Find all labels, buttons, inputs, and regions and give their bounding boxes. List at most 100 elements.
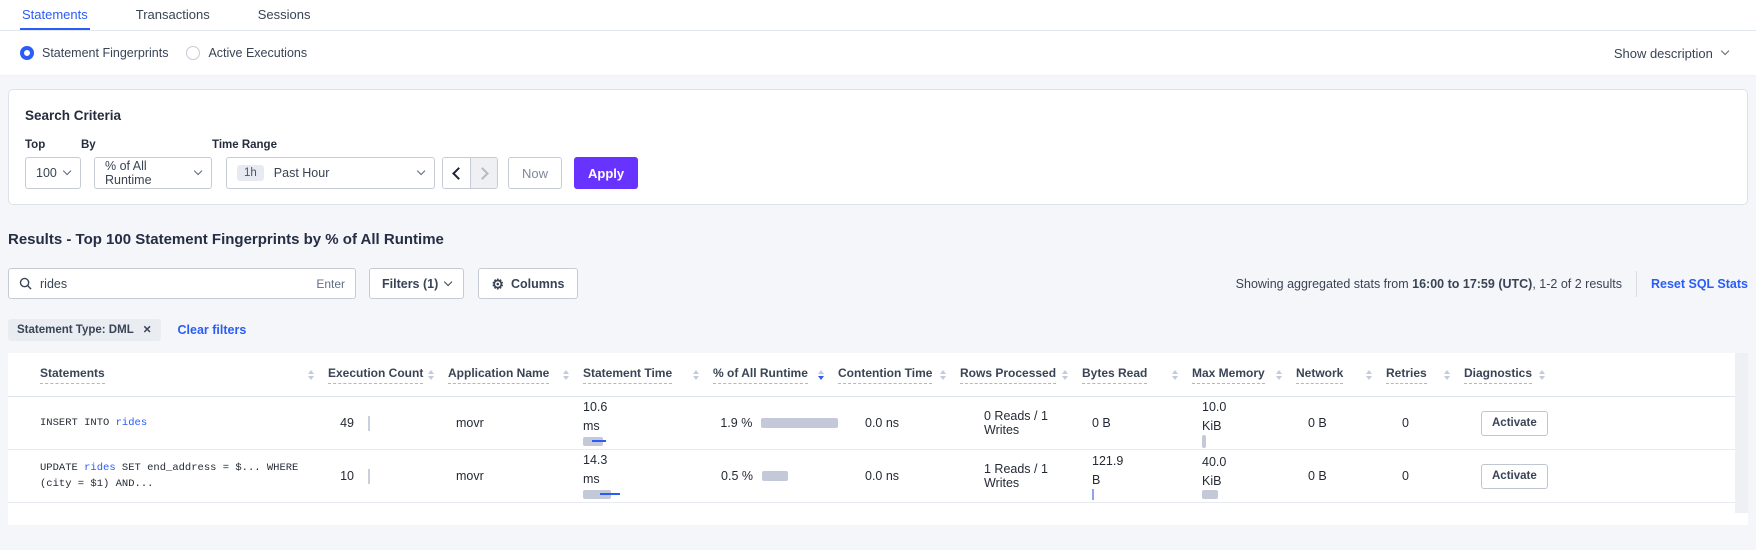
by-select[interactable]: % of All Runtime <box>94 157 212 189</box>
chevron-down-icon <box>417 167 426 176</box>
tab-sessions-label: Sessions <box>258 7 311 22</box>
column-header-retries[interactable]: Retries <box>1386 366 1464 384</box>
activate-diagnostics-button[interactable]: Activate <box>1481 411 1548 436</box>
table-header-row: Statements Execution Count Application N… <box>8 353 1748 397</box>
chevron-down-icon <box>194 167 203 176</box>
count-bar <box>368 469 370 484</box>
column-header-statement-time[interactable]: Statement Time <box>583 366 713 384</box>
main-content: Search Criteria Top 100 By % of All Runt… <box>0 76 1756 525</box>
bytes-read-cell: 121.9 B <box>1082 452 1192 499</box>
max-memory-cell: 40.0 KiB <box>1192 453 1296 498</box>
sort-icon <box>1276 370 1282 380</box>
column-header-network[interactable]: Network <box>1296 366 1386 384</box>
search-input[interactable] <box>40 277 308 291</box>
close-icon[interactable]: ✕ <box>143 324 152 336</box>
sort-icon-active <box>818 370 824 380</box>
memory-bar <box>1202 435 1206 448</box>
statement-type-chip[interactable]: Statement Type: DML ✕ <box>8 319 161 341</box>
search-icon <box>19 277 32 290</box>
stats-summary: Showing aggregated stats from 16:00 to 1… <box>1236 277 1622 291</box>
column-header-statements[interactable]: Statements <box>8 366 328 384</box>
column-header-execution-count[interactable]: Execution Count <box>328 366 448 384</box>
results-toolbar: Enter Filters (1) ⚙ Columns Showing aggr… <box>8 268 1748 299</box>
search-criteria-title: Search Criteria <box>25 108 1731 123</box>
vertical-scrollbar[interactable] <box>1735 353 1748 513</box>
columns-button[interactable]: ⚙ Columns <box>478 268 577 299</box>
previous-range-button[interactable] <box>443 158 470 188</box>
column-header-rows-processed[interactable]: Rows Processed <box>960 366 1082 384</box>
network-cell: 0 B <box>1296 469 1386 483</box>
apply-button[interactable]: Apply <box>574 157 638 189</box>
table-name: rides <box>116 417 148 429</box>
tab-statements[interactable]: Statements <box>20 0 90 30</box>
retries-cell: 0 <box>1386 416 1464 430</box>
filters-button[interactable]: Filters (1) <box>369 268 464 299</box>
time-range-field: Time Range 1h Past Hour <box>212 139 435 189</box>
next-range-button[interactable] <box>470 158 497 188</box>
count-bar <box>368 416 370 431</box>
top-field: Top 100 <box>25 139 81 189</box>
sort-icon <box>308 370 314 380</box>
time-stdev-line <box>600 493 620 496</box>
column-header-diagnostics[interactable]: Diagnostics <box>1464 366 1559 384</box>
diagnostics-cell: Activate <box>1464 464 1559 489</box>
column-header-contention-time[interactable]: Contention Time <box>838 366 960 384</box>
search-criteria-controls: Top 100 By % of All Runtime Time Range 1… <box>25 139 1731 189</box>
statement-time-cell: 10.6 ms <box>583 398 713 447</box>
top-select[interactable]: 100 <box>25 157 81 189</box>
runtime-bar <box>761 418 838 428</box>
now-button[interactable]: Now <box>508 157 562 189</box>
rows-processed-cell: 1 Reads / 1 Writes <box>960 462 1082 490</box>
column-header-application-name[interactable]: Application Name <box>448 366 583 384</box>
max-memory-cell: 10.0 KiB <box>1192 398 1296 447</box>
chevron-down-icon <box>1721 47 1730 56</box>
tab-transactions[interactable]: Transactions <box>134 0 212 30</box>
sort-icon <box>693 370 699 380</box>
statements-table: Statements Execution Count Application N… <box>8 353 1748 525</box>
radio-statement-fingerprints[interactable]: Statement Fingerprints <box>20 46 168 60</box>
top-label: Top <box>25 139 81 151</box>
clear-filters-link[interactable]: Clear filters <box>178 323 247 337</box>
stats-suffix: , 1-2 of 2 results <box>1532 277 1622 291</box>
column-header-runtime-pct[interactable]: % of All Runtime <box>713 366 838 384</box>
search-box[interactable]: Enter <box>8 268 356 299</box>
enter-hint: Enter <box>316 277 345 291</box>
tab-sessions[interactable]: Sessions <box>256 0 313 30</box>
column-header-bytes-read[interactable]: Bytes Read <box>1082 366 1192 384</box>
show-description-toggle[interactable]: Show description <box>1614 46 1728 61</box>
by-value: % of All Runtime <box>105 159 195 187</box>
network-cell: 0 B <box>1296 416 1386 430</box>
stats-time-range: 16:00 to 17:59 (UTC) <box>1412 277 1532 291</box>
runtime-pct-cell: 1.9 % <box>713 416 838 430</box>
filter-chips-row: Statement Type: DML ✕ Clear filters <box>8 319 1748 341</box>
retries-cell: 0 <box>1386 469 1464 483</box>
reset-sql-stats-link[interactable]: Reset SQL Stats <box>1651 277 1748 291</box>
sort-icon <box>1172 370 1178 380</box>
filters-label: Filters (1) <box>382 277 438 291</box>
execution-count-cell: 49 <box>328 416 448 431</box>
runtime-bar <box>762 471 788 481</box>
radio-selected-icon <box>20 46 34 60</box>
time-range-badge: 1h <box>237 165 264 181</box>
radio-statement-fingerprints-label: Statement Fingerprints <box>42 46 168 60</box>
activate-diagnostics-button[interactable]: Activate <box>1481 464 1548 489</box>
columns-label: Columns <box>511 277 564 291</box>
application-name-cell: movr <box>448 469 583 483</box>
diagnostics-cell: Activate <box>1464 411 1559 436</box>
show-description-label: Show description <box>1614 46 1713 61</box>
radio-active-executions-label: Active Executions <box>208 46 307 60</box>
statement-cell: UPDATE rides SET end_address = $... WHER… <box>8 460 328 493</box>
table-name: rides <box>84 462 116 474</box>
column-header-max-memory[interactable]: Max Memory <box>1192 366 1296 384</box>
top-value: 100 <box>36 166 57 180</box>
table-row: UPDATE rides SET end_address = $... WHER… <box>8 450 1748 503</box>
chevron-down-icon <box>444 278 453 287</box>
table-row: INSERT INTO rides 49 movr 10.6 ms 1.9 % … <box>8 397 1748 450</box>
radio-active-executions[interactable]: Active Executions <box>186 46 307 60</box>
time-range-select[interactable]: 1h Past Hour <box>226 157 435 189</box>
statement-link[interactable]: UPDATE rides SET end_address = $... WHER… <box>40 460 328 493</box>
tab-transactions-label: Transactions <box>136 7 210 22</box>
statement-cell: INSERT INTO rides <box>8 415 328 431</box>
statement-link[interactable]: INSERT INTO rides <box>40 415 161 431</box>
sort-icon <box>940 370 946 380</box>
